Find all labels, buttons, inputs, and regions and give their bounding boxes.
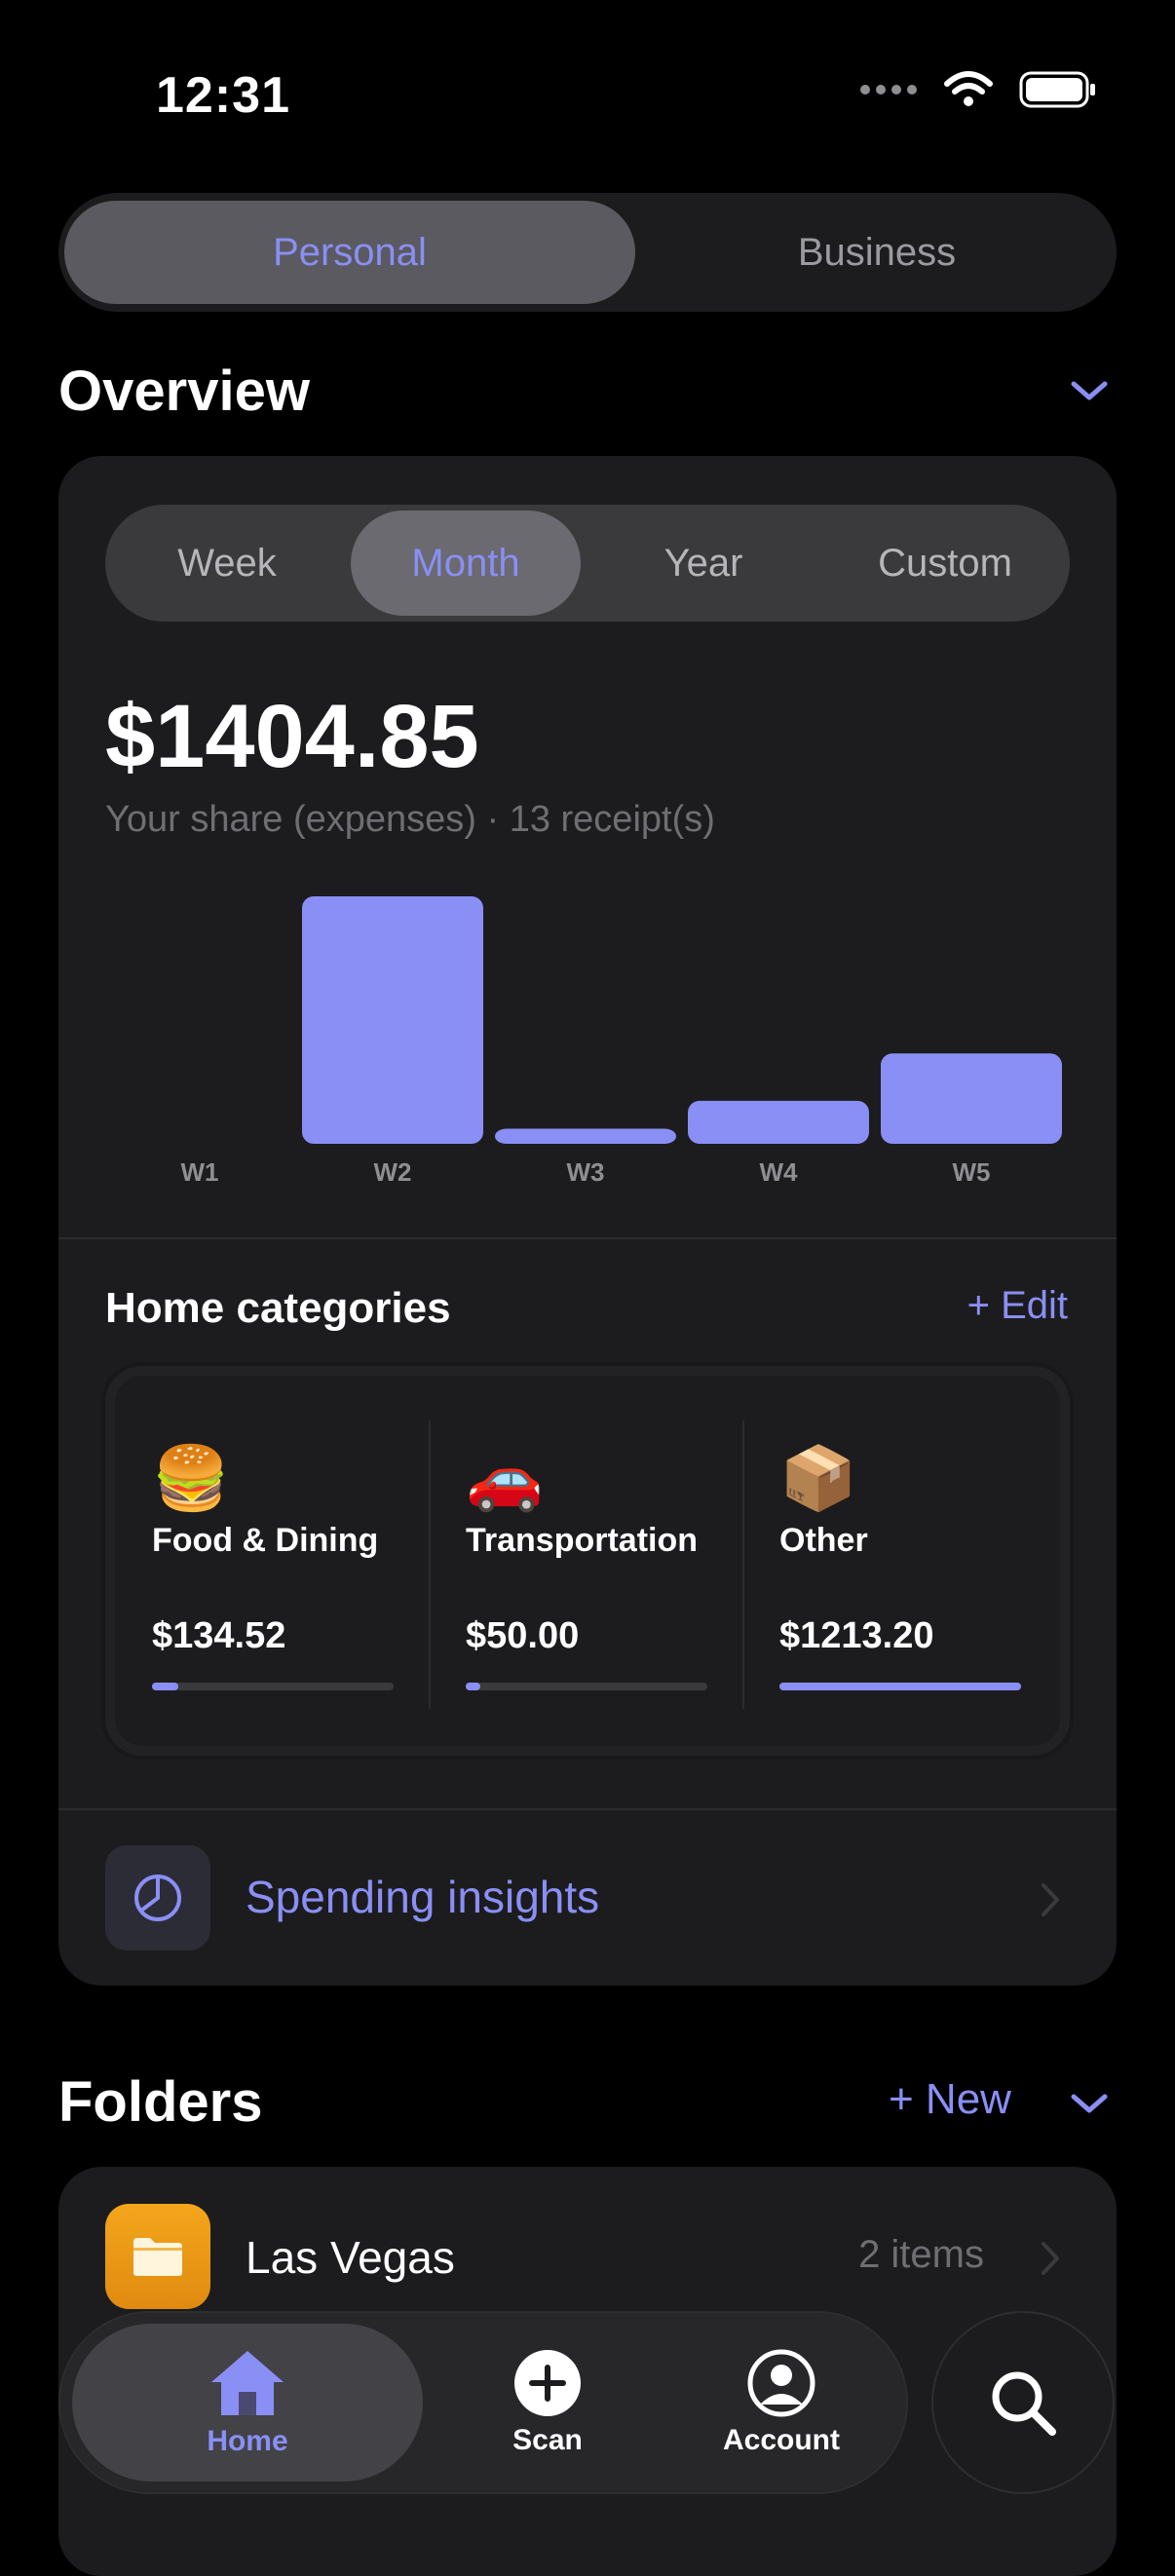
category-amount: $134.52 [152, 1615, 286, 1656]
category-amount: $50.00 [466, 1615, 580, 1656]
bar-label-w2: W2 [374, 1157, 412, 1187]
tab-account-label: Account [723, 2424, 840, 2456]
house-icon [211, 2351, 284, 2415]
status-icons [859, 70, 1097, 109]
search-button[interactable] [933, 2313, 1113, 2492]
bar-label-w3: W3 [567, 1157, 605, 1187]
folder-icon [105, 2204, 210, 2309]
category-progress-fill [152, 1683, 179, 1690]
overview-chevron-down-icon[interactable] [1068, 376, 1111, 405]
folder-item-count: 2 items [858, 2233, 984, 2276]
categories-box: 🍔 Food & Dining $134.52 🚗 Transportation… [105, 1366, 1070, 1756]
bar-w3 [495, 1128, 676, 1144]
folders-chevron-down-icon[interactable] [1068, 2089, 1111, 2118]
bar-w2 [302, 896, 483, 1144]
amount-subtitle: Your share (expenses) · 13 receipt(s) [105, 799, 715, 840]
category-other[interactable]: 📦 Other $1213.20 [733, 1366, 1046, 1756]
bar-label-w5: W5 [953, 1157, 991, 1187]
edit-categories-button[interactable]: + Edit [967, 1284, 1068, 1328]
bar-w5 [881, 1053, 1062, 1144]
period-selector: Week Month Year Custom [105, 505, 1070, 622]
overview-title: Overview [58, 360, 310, 423]
tab-account[interactable]: Account [674, 2313, 889, 2492]
tab-scan[interactable]: Scan [431, 2313, 664, 2492]
insights-chevron-right-icon[interactable] [1039, 1880, 1062, 1919]
tab-home[interactable]: Home [72, 2324, 423, 2481]
card-divider [58, 1237, 1117, 1239]
category-amount: $1213.20 [779, 1615, 934, 1656]
new-folder-button[interactable]: + New [889, 2075, 1011, 2124]
folder-name[interactable]: Las Vegas [246, 2231, 455, 2284]
weekly-bar-chart: W1 W2 W3 W4 W5 [181, 896, 1062, 1187]
category-name: Food & Dining [152, 1522, 379, 1559]
category-progress [466, 1683, 707, 1690]
search-icon [992, 2371, 1056, 2436]
category-progress [779, 1683, 1021, 1690]
category-progress-fill [779, 1683, 1021, 1690]
folder-chevron-right-icon[interactable] [1039, 2239, 1062, 2278]
bar-w4 [688, 1100, 869, 1144]
burger-icon: 🍔 [152, 1443, 230, 1513]
category-food-dining[interactable]: 🍔 Food & Dining $134.52 [105, 1366, 419, 1756]
signal-dots-icon [860, 85, 917, 95]
category-progress-fill [466, 1683, 480, 1690]
folders-title: Folders [58, 2070, 263, 2134]
period-month[interactable]: Month [351, 511, 581, 616]
bar-label-w1: W1 [181, 1157, 219, 1187]
category-name: Other [779, 1522, 868, 1559]
tab-bar: Home Scan Account [60, 2313, 906, 2492]
tab-scan-label: Scan [512, 2424, 583, 2456]
card-divider [58, 1808, 1117, 1810]
bar-label-w4: W4 [760, 1157, 799, 1187]
mode-personal[interactable]: Personal [64, 201, 635, 304]
period-year[interactable]: Year [587, 511, 820, 616]
category-name: Transportation [466, 1522, 699, 1559]
spending-insights-link[interactable]: Spending insights [246, 1871, 599, 1923]
category-progress [152, 1683, 394, 1690]
tab-home-label: Home [207, 2425, 288, 2457]
battery-icon [1019, 71, 1095, 108]
mode-toggle: Personal Business [58, 193, 1117, 312]
package-icon: 📦 [779, 1443, 857, 1513]
period-custom[interactable]: Custom [826, 511, 1064, 616]
wifi-icon [944, 71, 993, 106]
total-amount: $1404.85 [105, 687, 479, 786]
plus-circle-icon [514, 2350, 581, 2416]
pie-chart-icon [105, 1845, 210, 1951]
person-circle-icon [747, 2349, 815, 2417]
car-icon: 🚗 [466, 1443, 544, 1513]
categories-title: Home categories [105, 1284, 451, 1332]
period-week[interactable]: Week [113, 511, 341, 616]
status-time: 12:31 [156, 67, 290, 124]
mode-business[interactable]: Business [643, 201, 1111, 304]
category-transportation[interactable]: 🚗 Transportation $50.00 [419, 1366, 733, 1756]
